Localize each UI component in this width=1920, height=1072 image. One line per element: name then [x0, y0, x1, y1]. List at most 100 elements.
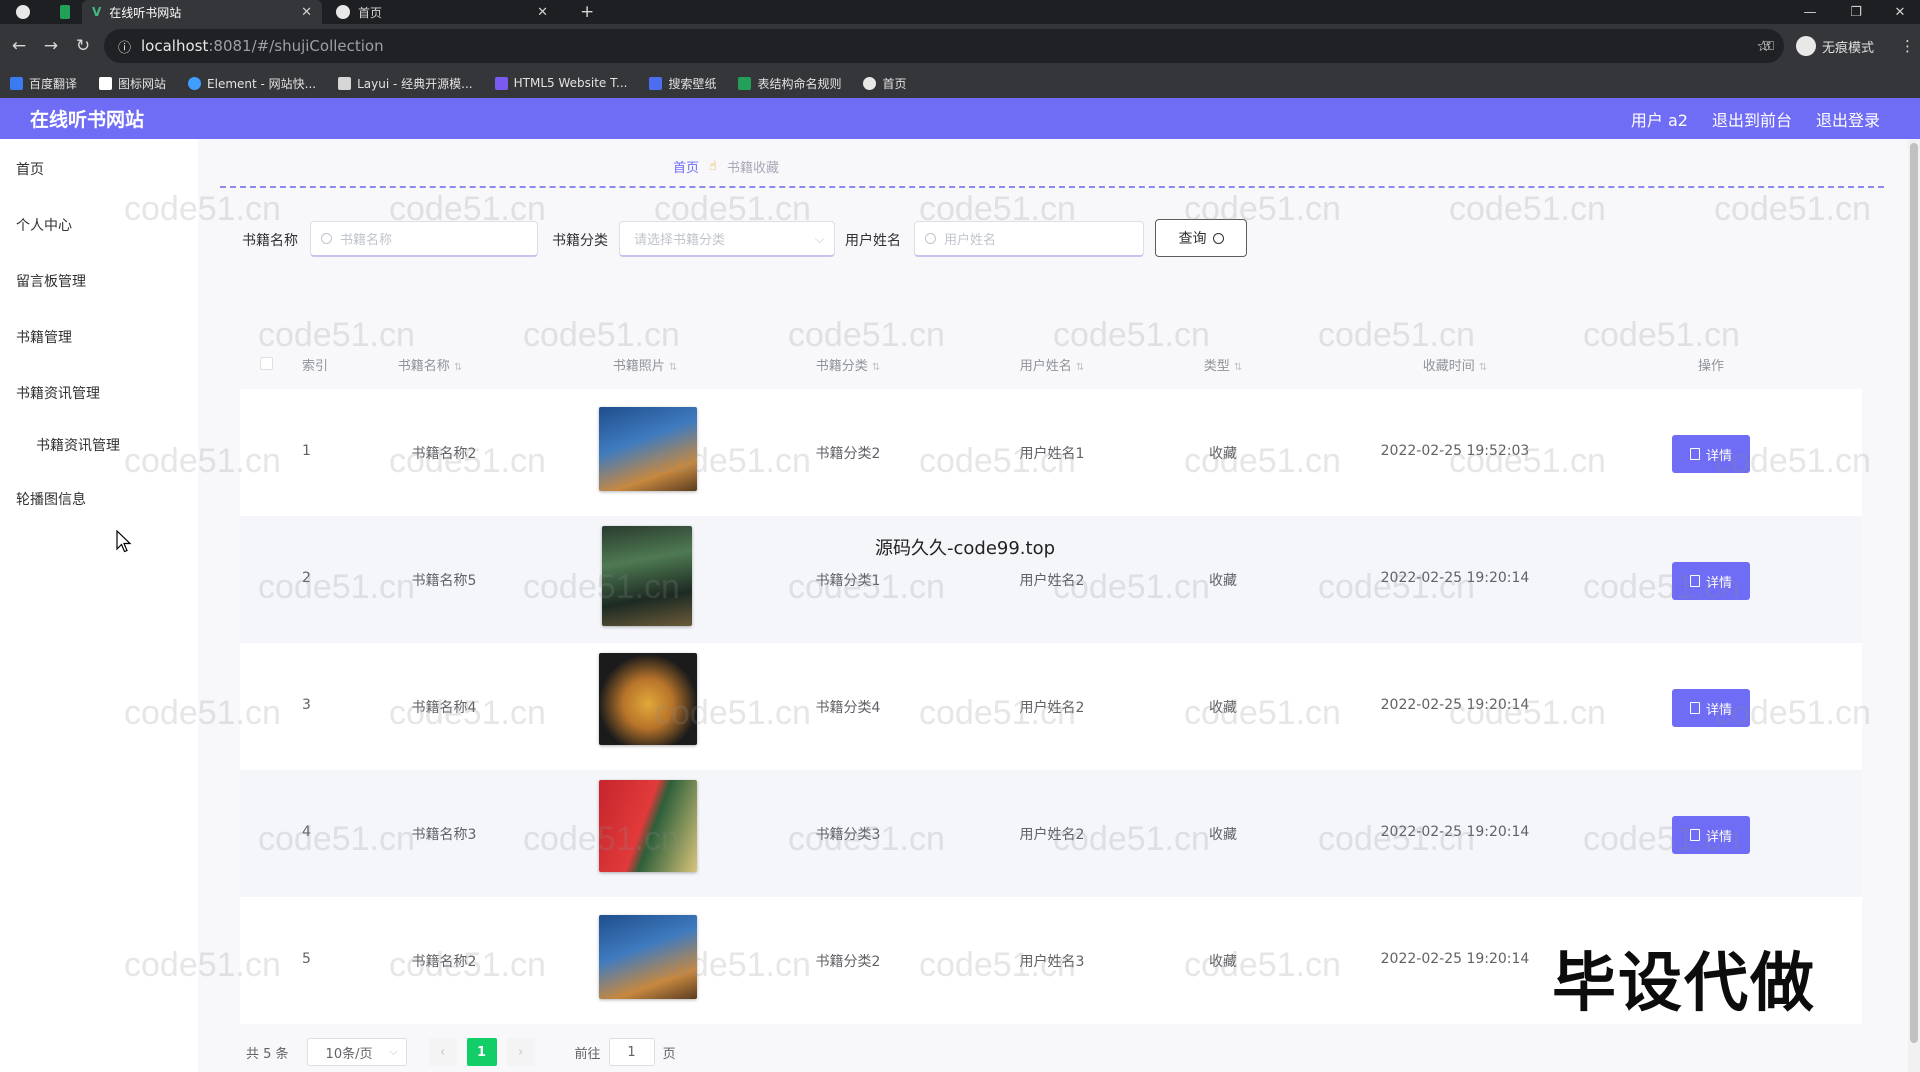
cell-time: 2022-02-25 19:20:14 [1380, 824, 1530, 840]
tab-active[interactable]: V 在线听书网站 ✕ [82, 0, 322, 24]
bookmark-item[interactable]: HTML5 Website T... [494, 76, 627, 90]
bookmark-item[interactable]: 表结构命名规则 [738, 75, 841, 92]
cell-category: 书籍分类2 [815, 954, 881, 970]
tab-home[interactable]: 首页 ✕ [326, 0, 558, 24]
bookmark-item[interactable]: Layui - 经典开源模... [338, 75, 473, 92]
sort-icon[interactable]: ⇅ [669, 362, 677, 373]
book-cover-image [599, 407, 697, 491]
sort-icon[interactable]: ⇅ [1076, 362, 1084, 373]
book-category-label: 书籍分类 [552, 233, 608, 249]
column-header[interactable]: 收藏时间 ⇅ [1423, 355, 1487, 374]
detail-button[interactable]: 详情 [1672, 435, 1750, 473]
sort-icon[interactable]: ⇅ [454, 362, 462, 373]
document-icon [1689, 575, 1700, 587]
address-bar[interactable]: ⓘ localhost:8081/#/shujiCollection ☆ [104, 29, 1784, 63]
sidebar-item-book-management[interactable]: 书籍管理 [16, 327, 72, 347]
pinned-tab[interactable] [50, 0, 80, 24]
flag-icon [99, 76, 113, 90]
column-header[interactable]: 书籍照片 ⇅ [613, 355, 677, 374]
pagination-total: 共 5 条 [246, 1046, 289, 1062]
user-name-input[interactable]: 用户姓名 [914, 221, 1144, 257]
sidebar-subitem-book-news[interactable]: 书籍资讯管理 [36, 435, 120, 455]
column-header-label: 收藏时间 [1422, 359, 1475, 374]
sort-icon[interactable]: ⇅ [1234, 362, 1242, 373]
page-size-select[interactable]: 10条/页 ⌵ [306, 1038, 407, 1066]
column-header[interactable]: 书籍分类 ⇅ [816, 355, 880, 374]
bookmark-item[interactable]: 百度翻译 [10, 75, 77, 92]
cell-category: 书籍分类3 [815, 827, 881, 843]
scrollbar-thumb[interactable] [1910, 143, 1918, 1043]
incognito-profile[interactable]: 无痕模式 [1796, 24, 1874, 68]
detail-button[interactable]: 详情 [1672, 689, 1750, 727]
cell-index: 4 [302, 824, 311, 840]
table-row[interactable]: 3 书籍名称4 书籍分类4 用户姓名2 收藏 2022-02-25 19:20:… [240, 643, 1862, 770]
cell-type: 收藏 [1209, 700, 1237, 716]
bookmark-item[interactable]: 首页 [863, 75, 907, 92]
cell-book-name: 书籍名称4 [411, 700, 477, 716]
divider [220, 186, 1884, 188]
cell-category: 书籍分类4 [815, 700, 881, 716]
back-icon[interactable]: ← [4, 31, 34, 61]
close-tab-icon[interactable]: ✕ [537, 5, 548, 20]
cell-book-name: 书籍名称2 [411, 954, 477, 970]
breadcrumb: 首页 ☝ 书籍收藏 [673, 157, 779, 176]
reload-icon[interactable]: ↻ [68, 31, 98, 61]
back-to-front-link[interactable]: 退出到前台 [1712, 107, 1792, 131]
page-scrollbar[interactable] [1908, 139, 1920, 1072]
breadcrumb-home[interactable]: 首页 [673, 157, 699, 176]
goto-label: 前往 [574, 1046, 601, 1062]
element-icon [188, 76, 202, 90]
html5-icon [494, 76, 508, 90]
cell-user: 用户姓名3 [1019, 954, 1085, 970]
column-header[interactable]: 类型 ⇅ [1204, 355, 1242, 374]
browser-tab-strip: V 在线听书网站 ✕ 首页 ✕ + — ❐ ✕ [0, 0, 1920, 24]
close-tab-icon[interactable]: ✕ [301, 5, 312, 20]
sidebar-item-home[interactable]: 首页 [16, 159, 44, 179]
detail-button[interactable]: 详情 [1672, 816, 1750, 854]
next-page-icon[interactable]: › [506, 1038, 535, 1066]
browser-menu-dots-icon[interactable]: ⋮ [1900, 24, 1915, 68]
book-cover-image [599, 653, 697, 745]
browser-menu-icon[interactable] [6, 0, 50, 24]
close-window-icon[interactable]: ✕ [1880, 0, 1920, 24]
goto-page-input[interactable]: 1 [608, 1038, 655, 1066]
table-row[interactable]: 4 书籍名称3 书籍分类3 用户姓名2 收藏 2022-02-25 19:20:… [240, 770, 1862, 897]
sidebar: 首页 个人中心 留言板管理 书籍管理 书籍资讯管理 书籍资讯管理 轮播图信息 [0, 139, 198, 1072]
incognito-icon [1796, 36, 1816, 56]
column-header[interactable]: 用户姓名 ⇅ [1020, 355, 1084, 374]
sidebar-item-personal-center[interactable]: 个人中心 [16, 215, 72, 235]
book-name-input[interactable]: 书籍名称 [310, 221, 538, 257]
select-all-checkbox[interactable] [260, 357, 273, 370]
new-tab-button[interactable]: + [570, 0, 600, 24]
bookmark-item[interactable]: Element - 网站快... [188, 75, 316, 92]
sidebar-item-carousel[interactable]: 轮播图信息 [16, 489, 86, 509]
query-button[interactable]: 查询 [1155, 219, 1247, 257]
detail-button[interactable]: 详情 [1672, 562, 1750, 600]
bookmark-label: 首页 [882, 76, 907, 91]
page-number-active[interactable]: 1 [466, 1038, 497, 1066]
cell-index: 2 [302, 570, 311, 586]
restore-icon[interactable]: ❐ [1836, 0, 1876, 24]
sidebar-item-message-board[interactable]: 留言板管理 [16, 271, 86, 291]
detail-button-label: 详情 [1705, 702, 1732, 718]
minimize-icon[interactable]: — [1790, 0, 1830, 24]
sort-icon[interactable]: ⇅ [872, 362, 880, 373]
column-header-label: 书籍名称 [397, 359, 450, 374]
cell-index: 5 [302, 951, 311, 967]
bookmark-item[interactable]: 搜索壁纸 [649, 75, 716, 92]
column-header-label: 类型 [1203, 359, 1230, 374]
sidebar-item-book-news[interactable]: 书籍资讯管理 [16, 383, 100, 403]
cell-type: 收藏 [1209, 573, 1237, 589]
prev-page-icon[interactable]: ‹ [428, 1038, 457, 1066]
document-icon [1689, 829, 1700, 841]
book-category-select[interactable]: 请选择书籍分类 ⌵ [619, 221, 835, 257]
table-row[interactable]: 1 书籍名称2 书籍分类2 用户姓名1 收藏 2022-02-25 19:52:… [240, 389, 1862, 516]
globe-icon [16, 5, 30, 19]
column-header[interactable]: 书籍名称 ⇅ [398, 355, 462, 374]
key-icon[interactable]: ⚿ [1764, 24, 1774, 68]
logout-link[interactable]: 退出登录 [1816, 107, 1880, 131]
bookmark-item[interactable]: 图标网站 [99, 75, 166, 92]
forward-icon[interactable]: → [36, 31, 66, 61]
pagination: 共 5 条 10条/页 ⌵ ‹ 1 › 前往 1 页 [246, 1037, 676, 1067]
sort-icon[interactable]: ⇅ [1479, 362, 1487, 373]
